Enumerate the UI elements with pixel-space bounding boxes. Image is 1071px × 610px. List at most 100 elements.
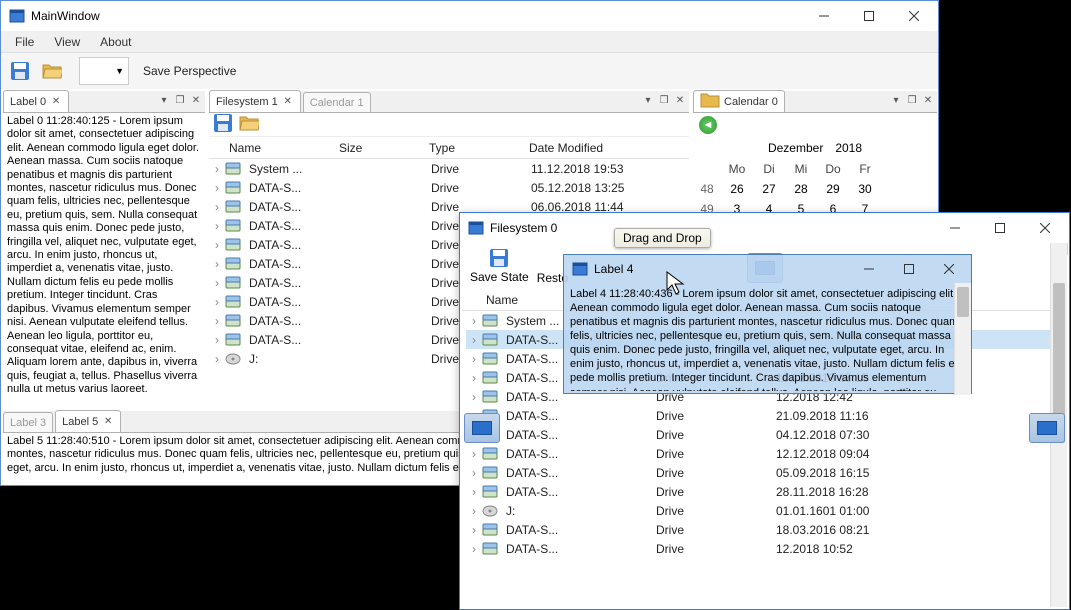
col-date[interactable]: Date Modified xyxy=(525,141,689,155)
expand-icon[interactable]: › xyxy=(209,352,225,366)
open-folder-button[interactable] xyxy=(37,56,67,86)
expand-icon[interactable]: › xyxy=(209,333,225,347)
back-icon[interactable]: ◄ xyxy=(699,116,717,134)
float-icon[interactable]: ❐ xyxy=(905,93,919,107)
tab-calendar0[interactable]: Calendar 0 xyxy=(693,90,785,112)
menu-icon[interactable]: ▾ xyxy=(641,93,655,107)
dock-target-left[interactable] xyxy=(464,413,500,443)
table-row[interactable]: ›DATA-S...Drive28.11.2018 16:28 xyxy=(466,482,1067,501)
float-icon[interactable]: ❐ xyxy=(657,93,671,107)
minimize-button[interactable] xyxy=(801,2,846,30)
dock-target-right[interactable] xyxy=(1029,413,1065,443)
drive-icon xyxy=(225,219,241,233)
app-icon xyxy=(9,8,25,24)
table-row[interactable]: ›DATA-S...Drive18.03.2016 08:21 xyxy=(466,520,1067,539)
save-state-button[interactable]: Save State xyxy=(470,248,529,284)
close-icon[interactable]: ✕ xyxy=(102,416,114,428)
close-icon[interactable]: ✕ xyxy=(189,93,203,107)
close-button[interactable] xyxy=(1022,214,1067,242)
minimize-button[interactable] xyxy=(932,214,977,242)
main-title: MainWindow xyxy=(31,9,801,23)
expand-icon[interactable]: › xyxy=(466,371,482,385)
calendar-cell[interactable]: 27 xyxy=(753,179,785,199)
expand-icon[interactable]: › xyxy=(466,447,482,461)
drive-icon xyxy=(482,447,498,461)
expand-icon[interactable]: › xyxy=(209,181,225,195)
expand-icon[interactable]: › xyxy=(466,542,482,556)
close-button[interactable] xyxy=(929,255,969,283)
col-size[interactable]: Size xyxy=(335,141,425,155)
drive-icon xyxy=(225,333,241,347)
table-row[interactable]: ›DATA-S...Drive21.09.2018 11:16 xyxy=(466,406,1067,425)
table-row[interactable]: ›DATA-S...Drive05.12.2018 13:25 xyxy=(209,178,689,197)
float-icon[interactable]: ❐ xyxy=(173,93,187,107)
menu-file[interactable]: File xyxy=(5,33,44,51)
calendar-grid[interactable]: MoDiMiDoFr4826272829304934567 xyxy=(693,159,937,219)
maximize-button[interactable] xyxy=(977,214,1022,242)
calendar-cell[interactable]: 28 xyxy=(785,179,817,199)
expand-icon[interactable]: › xyxy=(466,314,482,328)
close-icon[interactable]: ✕ xyxy=(282,96,294,108)
save-state-label: Save State xyxy=(470,270,529,284)
filesystem0-titlebar[interactable]: Filesystem 0 xyxy=(460,213,1069,243)
menu-view[interactable]: View xyxy=(44,33,90,51)
menu-about[interactable]: About xyxy=(90,33,141,51)
expand-icon[interactable]: › xyxy=(466,504,482,518)
cal-month[interactable]: Dezember xyxy=(768,141,823,155)
expand-icon[interactable]: › xyxy=(209,314,225,328)
close-icon[interactable]: ✕ xyxy=(673,93,687,107)
table-row[interactable]: ›J:Drive01.01.1601 01:00 xyxy=(466,501,1067,520)
expand-icon[interactable]: › xyxy=(466,390,482,404)
table-row[interactable]: ›DATA-S...Drive12.12.2018 09:04 xyxy=(466,444,1067,463)
col-name[interactable]: Name xyxy=(225,141,335,155)
expand-icon[interactable]: › xyxy=(209,200,225,214)
expand-icon[interactable]: › xyxy=(466,485,482,499)
col-type[interactable]: Type xyxy=(425,141,525,155)
folder-icon xyxy=(700,91,720,112)
folder-icon[interactable] xyxy=(239,114,259,135)
close-icon[interactable]: ✕ xyxy=(50,96,62,108)
expand-icon[interactable]: › xyxy=(466,333,482,347)
table-row[interactable]: ›System ...Drive11.12.2018 19:53 xyxy=(209,159,689,178)
expand-icon[interactable]: › xyxy=(209,238,225,252)
label4-title: Label 4 xyxy=(594,262,849,276)
drive-icon xyxy=(225,276,241,290)
calendar-cell[interactable]: 30 xyxy=(849,179,881,199)
drag-drop-tooltip: Drag and Drop xyxy=(614,228,711,248)
tab-label5[interactable]: Label 5 ✕ xyxy=(55,410,121,432)
menu-icon[interactable]: ▾ xyxy=(889,93,903,107)
save-perspective-label[interactable]: Save Perspective xyxy=(143,64,236,78)
calendar-cell[interactable]: 29 xyxy=(817,179,849,199)
label4-floating-window[interactable]: Label 4 Label 4 11:28:40:436 - Lorem ips… xyxy=(563,254,972,394)
expand-icon[interactable]: › xyxy=(209,276,225,290)
close-button[interactable] xyxy=(891,2,936,30)
expand-icon[interactable]: › xyxy=(209,162,225,176)
maximize-button[interactable] xyxy=(889,255,929,283)
maximize-button[interactable] xyxy=(846,2,891,30)
save-icon[interactable] xyxy=(213,113,233,136)
table-row[interactable]: ›DATA-S...Drive05.09.2018 16:15 xyxy=(466,463,1067,482)
close-icon[interactable]: ✕ xyxy=(921,93,935,107)
expand-icon[interactable]: › xyxy=(466,523,482,537)
tab-label0[interactable]: Label 0 ✕ xyxy=(3,90,69,112)
table-row[interactable]: ›DATA-S...Drive12.2018 10:52 xyxy=(466,539,1067,558)
table-row[interactable]: ›DATA-S...Drive04.12.2018 07:30 xyxy=(466,425,1067,444)
scrollbar[interactable] xyxy=(954,283,971,395)
expand-icon[interactable]: › xyxy=(209,219,225,233)
save-button[interactable] xyxy=(5,56,35,86)
expand-icon[interactable]: › xyxy=(466,466,482,480)
drive-icon xyxy=(225,295,241,309)
perspective-combo[interactable]: ▼ xyxy=(79,57,129,85)
minimize-button[interactable] xyxy=(849,255,889,283)
tab-label3[interactable]: Label 3 xyxy=(3,412,53,432)
expand-icon[interactable]: › xyxy=(466,352,482,366)
expand-icon[interactable]: › xyxy=(209,257,225,271)
tab-filesystem1[interactable]: Filesystem 1 ✕ xyxy=(209,90,301,112)
menu-icon[interactable]: ▾ xyxy=(157,93,171,107)
tab-calendar1[interactable]: Calendar 1 xyxy=(303,92,371,112)
tab-label: Calendar 0 xyxy=(724,96,778,108)
calendar-cell[interactable]: 26 xyxy=(721,179,753,199)
main-titlebar[interactable]: MainWindow xyxy=(1,1,938,31)
expand-icon[interactable]: › xyxy=(209,295,225,309)
cal-year[interactable]: 2018 xyxy=(835,141,862,155)
